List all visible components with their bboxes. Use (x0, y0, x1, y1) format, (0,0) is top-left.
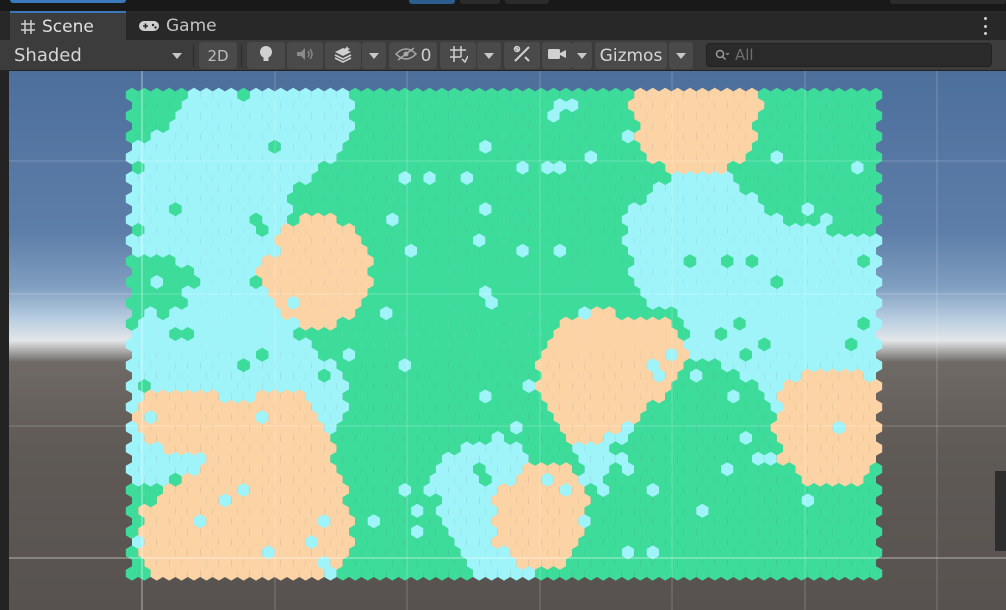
gamepad-icon (138, 19, 160, 33)
shading-mode-label: Shaded (14, 45, 82, 66)
effects-icon (333, 45, 353, 67)
search-input[interactable] (735, 46, 965, 64)
top-strip-segment (460, 0, 500, 4)
scene-viewport[interactable] (9, 71, 1006, 610)
tab-scene-label: Scene (42, 17, 94, 37)
lighting-toggle[interactable] (247, 42, 285, 69)
more-options-icon[interactable] (982, 17, 988, 35)
audio-icon (296, 46, 314, 65)
lightbulb-icon (259, 45, 273, 67)
top-strip-segment (10, 0, 126, 3)
window-tab-bar: Scene Game (0, 10, 1006, 41)
shading-mode-dropdown[interactable]: Shaded (14, 42, 190, 69)
mode-2d-label: 2D (207, 46, 229, 65)
top-strip-segment (890, 0, 1006, 4)
tab-scene[interactable]: Scene (10, 11, 126, 41)
chevron-down-icon (172, 53, 182, 59)
chevron-down-icon (484, 52, 494, 59)
camera-settings-button[interactable] (542, 42, 572, 69)
search-icon (715, 46, 730, 65)
top-strip-segment (505, 0, 549, 4)
tab-game-label: Game (166, 16, 217, 36)
effects-toggle[interactable] (325, 42, 361, 69)
mode-2d-button[interactable]: 2D (199, 42, 237, 69)
top-strip (0, 0, 1006, 10)
camera-dropdown[interactable] (572, 42, 592, 69)
effects-dropdown[interactable] (362, 42, 386, 69)
tools-icon (512, 44, 532, 68)
hex-tiles (125, 87, 883, 581)
grid-snap-icon (448, 44, 469, 68)
divider (193, 44, 194, 67)
gizmos-button[interactable]: Gizmos (595, 42, 667, 69)
hex-tilemap (9, 71, 1006, 610)
chevron-down-icon (369, 52, 379, 59)
viewport-left-border (0, 71, 9, 610)
scene-visibility-toggle[interactable]: 0 (389, 42, 437, 69)
chevron-down-icon (676, 52, 686, 59)
grid-snap-toggle[interactable] (440, 42, 476, 69)
scene-toolbar: Shaded 2D 0 Gizmos All (0, 40, 1006, 71)
hidden-count: 0 (420, 45, 432, 66)
camera-icon (547, 46, 567, 65)
scene-search[interactable] (706, 43, 992, 67)
chevron-down-icon (577, 52, 587, 59)
grid-dropdown[interactable] (477, 42, 501, 69)
divider (241, 44, 242, 67)
viewport-scroll-handle[interactable] (995, 471, 1006, 551)
grid-icon (20, 19, 36, 35)
audio-toggle[interactable] (287, 42, 323, 69)
gizmos-label: Gizmos (599, 45, 663, 66)
visibility-icon (394, 46, 417, 65)
gizmos-dropdown[interactable] (669, 42, 693, 69)
top-strip-segment (409, 0, 455, 4)
tab-game[interactable]: Game (128, 11, 228, 41)
tools-toggle[interactable] (504, 42, 540, 69)
